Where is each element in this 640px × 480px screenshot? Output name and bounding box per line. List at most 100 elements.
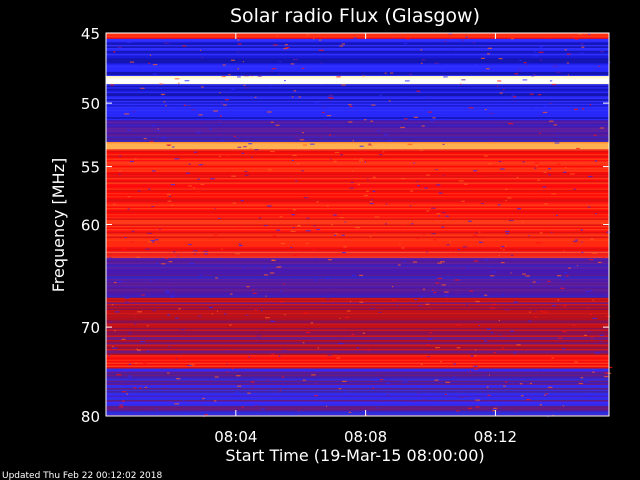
spectrogram-noise-speck — [467, 267, 469, 269]
spectrogram-noise-speck — [276, 229, 281, 231]
spectrogram-noise-speck — [367, 144, 373, 146]
spectrogram-band-stripe — [106, 133, 609, 136]
spectrogram-noise-speck — [341, 234, 345, 236]
spectrogram-noise-speck — [359, 145, 364, 147]
spectrogram-noise-speck — [442, 211, 446, 214]
spectrogram-noise-speck — [193, 151, 197, 153]
spectrogram-band-stripe — [106, 311, 609, 314]
spectrogram-noise-speck — [491, 332, 494, 334]
spectrogram-noise-speck — [574, 361, 578, 363]
spectrogram-noise-speck — [539, 404, 542, 406]
spectrogram-noise-speck — [252, 292, 257, 294]
spectrogram-noise-speck — [530, 107, 534, 109]
spectrogram-noise-speck — [454, 293, 459, 295]
spectrogram-band-stripe — [106, 394, 609, 396]
spectrogram-noise-speck — [384, 223, 387, 225]
spectrogram-band-stripe — [106, 317, 609, 320]
spectrogram-band-stripe — [106, 38, 609, 41]
spectrogram-noise-speck — [581, 251, 584, 253]
spectrogram-noise-speck — [197, 315, 202, 317]
spectrogram-noise-speck — [224, 313, 227, 315]
spectrogram-noise-speck — [410, 190, 414, 192]
spectrogram-noise-speck — [339, 217, 344, 219]
spectrogram-noise-speck — [127, 196, 131, 198]
spectrogram-noise-speck — [146, 325, 149, 327]
spectrogram-noise-speck — [497, 116, 500, 118]
spectrogram-noise-speck — [384, 72, 387, 74]
spectrogram-noise-speck — [505, 188, 508, 190]
spectrogram-noise-speck — [319, 136, 323, 139]
spectrogram-noise-speck — [588, 33, 591, 35]
spectrogram-noise-speck — [339, 45, 344, 47]
spectrogram-noise-speck — [482, 375, 484, 377]
spectrogram-noise-speck — [578, 285, 582, 287]
spectrogram-noise-speck — [249, 148, 252, 150]
spectrogram-band-stripe — [106, 36, 609, 38]
spectrogram-noise-speck — [330, 158, 332, 160]
spectrogram-noise-speck — [260, 408, 266, 410]
spectrogram-noise-speck — [189, 364, 195, 366]
spectrogram-noise-speck — [313, 382, 318, 385]
spectrogram-noise-speck — [336, 350, 338, 352]
spectrogram-band-stripe — [106, 186, 609, 189]
spectrogram-noise-speck — [542, 311, 548, 313]
spectrogram-noise-speck — [517, 69, 521, 71]
spectrogram-noise-speck — [326, 84, 328, 86]
spectrogram-noise-speck — [473, 260, 479, 262]
spectrogram-noise-speck — [436, 213, 441, 215]
spectrogram-noise-speck — [387, 140, 392, 142]
spectrogram-noise-speck — [315, 40, 318, 42]
spectrogram-noise-speck — [364, 119, 367, 121]
spectrogram-noise-speck — [168, 261, 173, 263]
spectrogram-band-stripe — [106, 55, 609, 57]
spectrogram-noise-speck — [551, 231, 553, 233]
spectrogram-noise-speck — [580, 43, 584, 45]
spectrogram-noise-speck — [399, 243, 401, 245]
spectrogram-noise-speck — [595, 352, 600, 354]
spectrogram-band-stripe — [106, 309, 609, 312]
spectrogram-noise-speck — [230, 293, 233, 295]
spectrogram-noise-speck — [589, 290, 593, 292]
spectrogram-noise-speck — [519, 383, 523, 385]
spectrogram-noise-speck — [164, 290, 170, 292]
spectrogram-noise-speck — [267, 111, 272, 113]
spectrogram-noise-speck — [303, 197, 309, 199]
spectrogram-noise-speck — [262, 266, 266, 268]
spectrogram-noise-speck — [385, 203, 388, 205]
spectrogram-noise-speck — [126, 393, 129, 395]
spectrogram-noise-speck — [250, 381, 255, 383]
spectrogram-noise-speck — [237, 39, 240, 41]
spectrogram-plot-area — [106, 33, 613, 418]
spectrogram-noise-speck — [378, 74, 382, 76]
spectrogram-noise-speck — [163, 386, 166, 388]
spectrogram-noise-speck — [270, 121, 274, 123]
spectrogram-band-stripe — [106, 61, 609, 63]
spectrogram-noise-speck — [446, 244, 450, 246]
spectrogram-noise-speck — [570, 173, 575, 175]
updated-timestamp: Updated Thu Feb 22 00:12:02 2018 — [2, 471, 163, 480]
spectrogram-noise-speck — [271, 68, 277, 70]
spectrogram-noise-speck — [161, 95, 164, 97]
spectrogram-noise-speck — [487, 394, 491, 396]
spectrogram-noise-speck — [521, 221, 524, 223]
spectrogram-band-stripe — [106, 251, 609, 254]
spectrogram-noise-speck — [544, 203, 549, 205]
spectrogram-noise-speck — [359, 128, 365, 130]
spectrogram-noise-speck — [279, 290, 282, 292]
spectrogram-noise-speck — [499, 407, 501, 409]
spectrogram-band-stripe — [106, 330, 609, 333]
spectrogram-noise-speck — [302, 342, 305, 344]
spectrogram-noise-speck — [407, 143, 413, 145]
spectrogram-noise-speck — [408, 73, 413, 75]
spectrogram-band-stripe — [106, 299, 609, 302]
spectrogram-band-stripe — [106, 115, 609, 118]
spectrogram-noise-speck — [138, 65, 143, 67]
spectrogram-noise-speck — [360, 158, 363, 160]
spectrogram-noise-speck — [313, 38, 315, 40]
spectrogram-band-stripe — [106, 365, 609, 368]
spectrogram-noise-speck — [324, 212, 326, 214]
spectrogram-noise-speck — [111, 304, 114, 306]
spectrogram-noise-speck — [523, 62, 527, 64]
spectrogram-noise-speck — [545, 393, 549, 395]
spectrogram-band-stripe — [106, 149, 609, 152]
